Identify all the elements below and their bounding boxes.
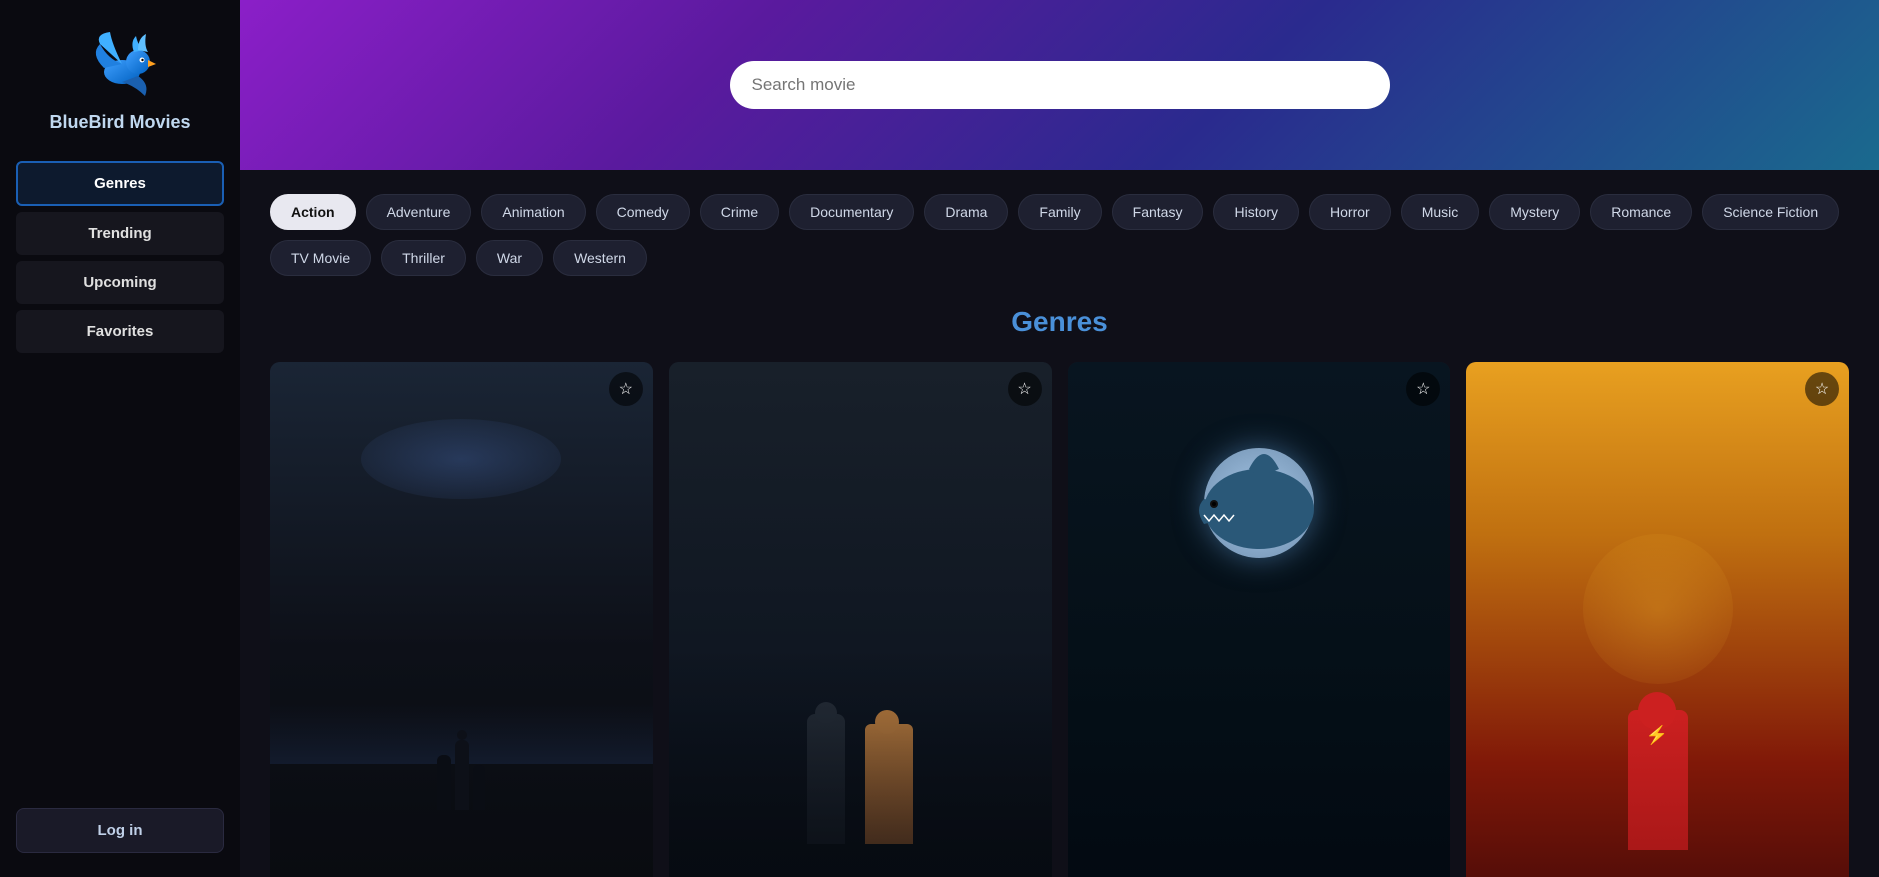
- chip-music[interactable]: Music: [1401, 194, 1480, 230]
- sidebar: BlueBird Movies Genres Trending Upcoming…: [0, 0, 240, 877]
- chip-family[interactable]: Family: [1018, 194, 1101, 230]
- chip-tv-movie[interactable]: TV Movie: [270, 240, 371, 276]
- login-button[interactable]: Log in: [16, 808, 224, 853]
- chip-history[interactable]: History: [1213, 194, 1299, 230]
- nav-item-trending[interactable]: Trending: [16, 212, 224, 255]
- chip-romance[interactable]: Romance: [1590, 194, 1692, 230]
- favorite-btn-wakanda[interactable]: ☆: [609, 372, 643, 406]
- chip-crime[interactable]: Crime: [700, 194, 779, 230]
- chip-adventure[interactable]: Adventure: [366, 194, 472, 230]
- header-banner: [240, 0, 1879, 170]
- chip-fantasy[interactable]: Fantasy: [1112, 194, 1204, 230]
- chip-drama[interactable]: Drama: [924, 194, 1008, 230]
- chip-western[interactable]: Western: [553, 240, 647, 276]
- chip-thriller[interactable]: Thriller: [381, 240, 466, 276]
- favorite-btn-shark[interactable]: ☆: [1406, 372, 1440, 406]
- chip-war[interactable]: War: [476, 240, 543, 276]
- nav-menu: Genres Trending Upcoming Favorites: [16, 161, 224, 353]
- sidebar-bottom: Log in: [16, 808, 224, 853]
- chip-mystery[interactable]: Mystery: [1489, 194, 1580, 230]
- movie-card-sayen[interactable]: SAYEN ☆: [669, 362, 1052, 877]
- section-title: Genres: [270, 306, 1849, 338]
- favorite-btn-shazam[interactable]: ☆: [1805, 372, 1839, 406]
- movies-grid: BLACK PANTHER WAKANDA FOREVER ☆: [270, 362, 1849, 877]
- app-title: BlueBird Movies: [49, 112, 190, 133]
- chip-horror[interactable]: Horror: [1309, 194, 1391, 230]
- content-area: Action Adventure Animation Comedy Crime …: [240, 170, 1879, 877]
- chip-animation[interactable]: Animation: [481, 194, 585, 230]
- chip-documentary[interactable]: Documentary: [789, 194, 914, 230]
- genre-chips-container: Action Adventure Animation Comedy Crime …: [270, 194, 1849, 276]
- chip-sci-fi[interactable]: Science Fiction: [1702, 194, 1839, 230]
- bluebird-logo: [80, 24, 160, 104]
- favorite-btn-sayen[interactable]: ☆: [1008, 372, 1042, 406]
- nav-item-upcoming[interactable]: Upcoming: [16, 261, 224, 304]
- chip-comedy[interactable]: Comedy: [596, 194, 690, 230]
- nav-item-favorites[interactable]: Favorites: [16, 310, 224, 353]
- movie-card-shazam[interactable]: ⚡ SHAZAM! ☆: [1466, 362, 1849, 877]
- chip-action[interactable]: Action: [270, 194, 356, 230]
- search-input[interactable]: [730, 61, 1390, 109]
- nav-item-genres[interactable]: Genres: [16, 161, 224, 206]
- movie-card-shark[interactable]: SHARK SIDE ☆: [1068, 362, 1451, 877]
- movie-card-wakanda[interactable]: BLACK PANTHER WAKANDA FOREVER ☆: [270, 362, 653, 877]
- logo-area: BlueBird Movies: [49, 24, 190, 133]
- main-content: Action Adventure Animation Comedy Crime …: [240, 0, 1879, 877]
